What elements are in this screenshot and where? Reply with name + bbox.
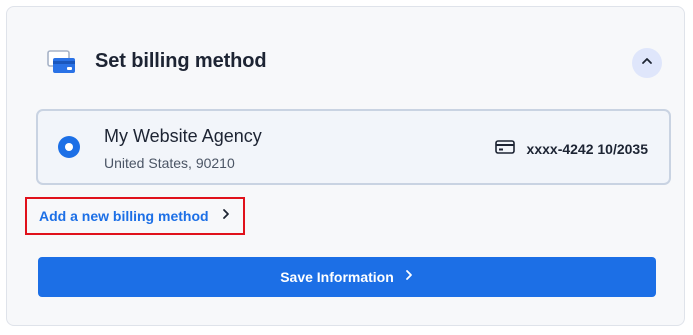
section-title: Set billing method xyxy=(95,50,267,72)
card-number: xxxx-4242 xyxy=(526,140,594,157)
add-billing-method-link[interactable]: Add a new billing method xyxy=(25,197,245,235)
save-button-label: Save Information xyxy=(280,269,394,285)
chevron-right-icon xyxy=(394,268,414,286)
billing-method-option[interactable]: My Website Agency United States, 90210 x… xyxy=(36,109,671,185)
chevron-up-icon xyxy=(640,54,654,73)
card-expiry: 10/2035 xyxy=(597,140,648,157)
billing-method-address: United States, 90210 xyxy=(104,155,235,171)
card-info: xxxx-4242 10/2035 xyxy=(494,140,648,157)
billing-method-radio[interactable] xyxy=(58,136,80,158)
credit-card-icon xyxy=(494,140,527,157)
collapse-button[interactable] xyxy=(632,48,662,78)
billing-card: Set billing method My Website Agency Uni… xyxy=(6,6,685,326)
save-information-button[interactable]: Save Information xyxy=(38,257,656,297)
credit-cards-icon xyxy=(45,48,77,76)
add-billing-method-label: Add a new billing method xyxy=(39,208,209,224)
chevron-right-icon xyxy=(209,207,231,225)
billing-method-name: My Website Agency xyxy=(104,126,262,146)
